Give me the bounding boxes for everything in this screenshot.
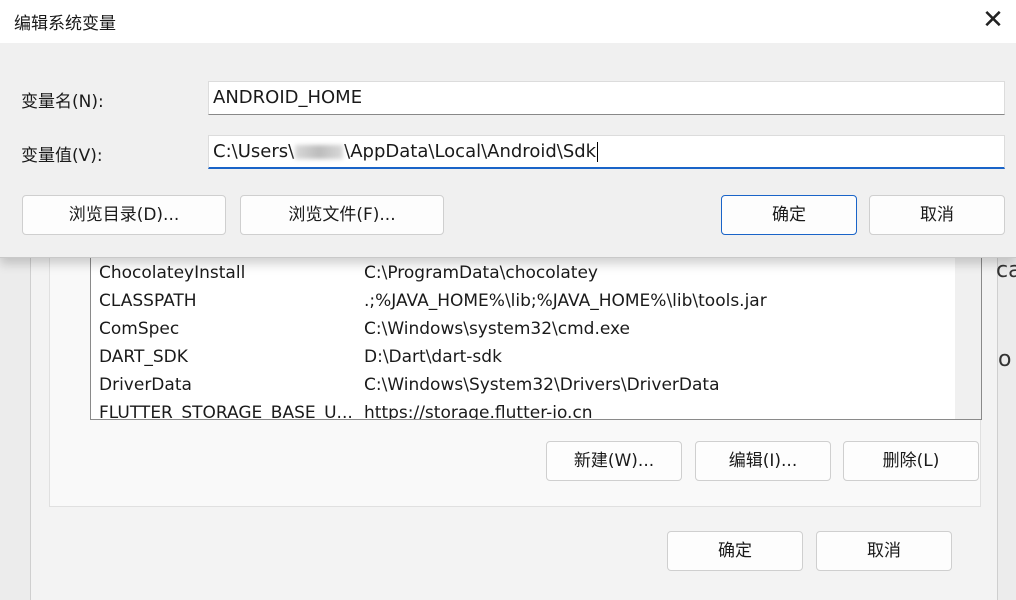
delete-variable-button[interactable]: 删除(L) (843, 441, 979, 481)
table-row[interactable]: CLASSPATH .;%JAVA_HOME%\lib;%JAVA_HOME%\… (91, 287, 951, 315)
system-variables-list[interactable]: ChocolateyInstall C:\ProgramData\chocola… (90, 250, 982, 420)
var-value: https://storage.flutter-io.cn (364, 403, 593, 420)
list-scrollbar[interactable] (955, 251, 981, 419)
ok-button[interactable]: 确定 (721, 195, 857, 235)
variable-value-suffix: \AppData\Local\Android\Sdk (344, 141, 597, 162)
variable-name-value: ANDROID_HOME (213, 87, 363, 108)
env-cancel-button[interactable]: 取消 (816, 531, 952, 571)
var-name: ComSpec (99, 319, 180, 339)
var-name: ChocolateyInstall (99, 263, 246, 283)
variable-name-label: 变量名(N): (21, 92, 104, 112)
table-row[interactable]: FLUTTER_STORAGE_BASE_U... https://storag… (91, 399, 951, 420)
variable-value-field[interactable]: C:\Users\ \AppData\Local\Android\Sdk (208, 135, 1005, 169)
table-row[interactable]: ChocolateyInstall C:\ProgramData\chocola… (91, 259, 951, 287)
close-icon[interactable]: ✕ (976, 4, 1010, 38)
browse-directory-button[interactable]: 浏览目录(D)... (22, 195, 226, 235)
var-name: DART_SDK (99, 347, 188, 367)
env-ok-button[interactable]: 确定 (667, 531, 803, 571)
browse-file-button[interactable]: 浏览文件(F)... (240, 195, 444, 235)
var-value: D:\Dart\dart-sdk (364, 347, 502, 367)
redacted-username (295, 145, 344, 159)
var-value: C:\Windows\system32\cmd.exe (364, 319, 631, 339)
cancel-button[interactable]: 取消 (869, 195, 1005, 235)
edit-variable-button[interactable]: 编辑(I)... (695, 441, 831, 481)
var-name: FLUTTER_STORAGE_BASE_U... (99, 403, 353, 420)
table-row[interactable]: ComSpec C:\Windows\system32\cmd.exe (91, 315, 951, 343)
variable-name-field[interactable]: ANDROID_HOME (208, 81, 1005, 115)
edit-system-variable-dialog: 编辑系统变量 ✕ 变量名(N): ANDROID_HOME 变量值(V): C:… (0, 0, 1016, 258)
table-row[interactable]: DART_SDK D:\Dart\dart-sdk (91, 343, 951, 371)
new-variable-button[interactable]: 新建(W)... (546, 441, 682, 481)
dialog-title: 编辑系统变量 (14, 14, 116, 34)
background-window-text: ca (996, 258, 1016, 283)
table-row[interactable]: DriverData C:\Windows\System32\Drivers\D… (91, 371, 951, 399)
var-value: .;%JAVA_HOME%\lib;%JAVA_HOME%\lib\tools.… (364, 291, 767, 311)
var-value: C:\Windows\System32\Drivers\DriverData (364, 375, 720, 395)
dialog-titlebar[interactable]: 编辑系统变量 ✕ (0, 0, 1016, 43)
var-value: C:\ProgramData\chocolatey (364, 263, 598, 283)
variable-value-label: 变量值(V): (21, 146, 103, 166)
background-window-text: o (998, 347, 1012, 372)
var-name: DriverData (99, 375, 192, 395)
var-name: CLASSPATH (99, 291, 197, 311)
variable-value-prefix: C:\Users\ (213, 141, 295, 162)
text-caret (597, 142, 599, 162)
